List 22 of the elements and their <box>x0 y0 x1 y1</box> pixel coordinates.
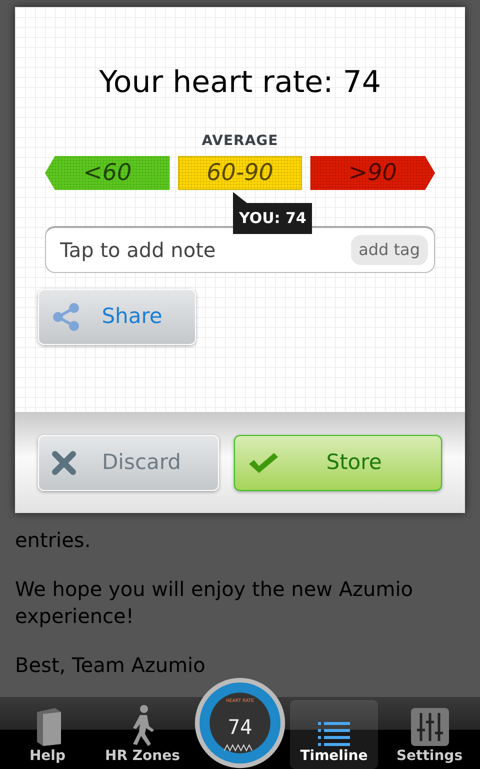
paragraph: entries. <box>15 527 92 554</box>
settings-icon <box>410 708 448 746</box>
range-heading: AVERAGE <box>200 132 280 151</box>
tab[interactable]: HR Zones <box>95 697 190 769</box>
add-tag-button[interactable]: add tag <box>350 235 428 265</box>
list-icon <box>318 722 350 746</box>
store-button[interactable]: Store <box>234 435 442 491</box>
heart-rate-marker: YOU: 74 <box>233 203 312 234</box>
tab[interactable]: Timeline <box>290 700 378 769</box>
note-field[interactable]: Tap to add note add tag <box>45 226 435 273</box>
paragraph: We hope you will enjoy the new Azumio experience! <box>15 576 414 630</box>
range-segment: <60 <box>45 156 170 190</box>
paragraph: Best, Team Azumio <box>15 652 206 679</box>
checkmark-icon <box>247 451 279 475</box>
range-segment: >90 <box>310 156 436 190</box>
range-segment: 60-90 <box>178 156 302 190</box>
dialog-title: Your heart rate: 74 <box>98 64 382 102</box>
tab[interactable]: Help <box>0 697 95 769</box>
close-icon <box>51 450 77 476</box>
marker-pointer-icon <box>233 192 247 203</box>
tab[interactable]: Settings <box>382 697 477 769</box>
share-icon <box>51 302 81 332</box>
